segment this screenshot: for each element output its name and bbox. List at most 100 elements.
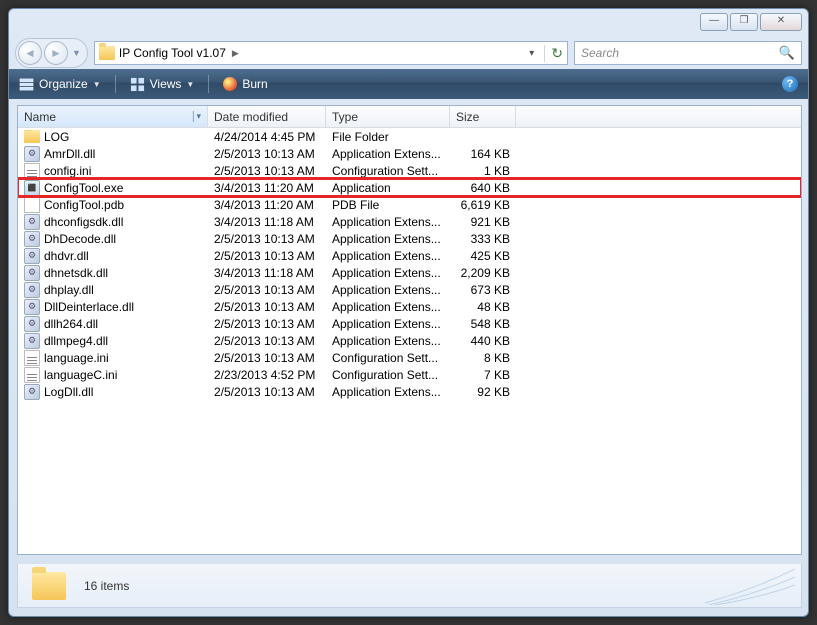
search-placeholder: Search: [581, 46, 619, 60]
refresh-button[interactable]: ↻: [551, 45, 563, 62]
file-row[interactable]: config.ini2/5/2013 10:13 AMConfiguration…: [18, 162, 801, 179]
file-size: 8 KB: [450, 351, 516, 365]
file-name: ConfigTool.exe: [44, 181, 123, 195]
file-name: dhplay.dll: [44, 283, 94, 297]
file-row[interactable]: dhplay.dll 2/5/2013 10:13 AMApplication E…: [18, 281, 801, 298]
item-count: 16 items: [84, 579, 129, 593]
column-size-label: Size: [456, 110, 479, 124]
file-type: Application Extens...: [326, 283, 450, 297]
file-type: Configuration Sett...: [326, 368, 450, 382]
maximize-button[interactable]: ❐: [730, 13, 758, 31]
file-size: 92 KB: [450, 385, 516, 399]
file-row[interactable]: DhDecode.dll2/5/2013 10:13 AMApplication…: [18, 230, 801, 247]
pdb-icon: [24, 197, 40, 213]
chevron-right-icon[interactable]: ▶: [232, 48, 239, 59]
dll-icon: [24, 248, 40, 264]
burn-button[interactable]: Burn: [223, 77, 267, 91]
dll-icon: [24, 146, 40, 162]
file-row[interactable]: ConfigTool.pdb3/4/2013 11:20 AMPDB File6…: [18, 196, 801, 213]
file-name: config.ini: [44, 164, 91, 178]
file-size: 440 KB: [450, 334, 516, 348]
separator: [115, 75, 116, 93]
views-button[interactable]: Views ▼: [130, 77, 195, 92]
file-name: AmrDll.dll: [44, 147, 95, 161]
title-bar[interactable]: — ❐ ✕: [9, 9, 808, 37]
address-dropdown[interactable]: ▾: [523, 48, 540, 59]
folder-icon: [32, 572, 66, 600]
file-row[interactable]: DllDeinterlace.dll2/5/2013 10:13 AMAppli…: [18, 298, 801, 315]
file-row[interactable]: dhconfigsdk.dll 3/4/2013 11:18 AMApplicat…: [18, 213, 801, 230]
folder-icon: [24, 130, 40, 143]
file-name: DllDeinterlace.dll: [44, 300, 134, 314]
file-name: LOG: [44, 130, 69, 144]
exe-icon: [24, 180, 40, 196]
nav-history-dropdown[interactable]: ▼: [72, 48, 81, 58]
file-type: Configuration Sett...: [326, 351, 450, 365]
file-row[interactable]: dllmpeg4.dll2/5/2013 10:13 AMApplication…: [18, 332, 801, 349]
decoration-swoosh: [705, 565, 795, 605]
file-type: File Folder: [326, 130, 450, 144]
status-bar: 16 items: [17, 563, 802, 608]
file-row[interactable]: dhnetsdk.dll3/4/2013 11:18 AMApplication…: [18, 264, 801, 281]
search-box[interactable]: Search 🔍: [574, 41, 802, 65]
help-button[interactable]: ?: [782, 76, 798, 92]
file-date: 3/4/2013 11:18 AM: [208, 266, 326, 280]
dll-icon: [24, 316, 40, 332]
file-row[interactable]: dhdvr.dll2/5/2013 10:13 AMApplication Ex…: [18, 247, 801, 264]
minimize-button[interactable]: —: [700, 13, 728, 31]
search-icon[interactable]: 🔍: [779, 45, 795, 61]
column-type[interactable]: Type: [326, 106, 450, 127]
file-date: 2/5/2013 10:13 AM: [208, 147, 326, 161]
explorer-window: — ❐ ✕ ◄ ► ▼ IP Config Tool v1.07 ▶ ▾ ↻ S…: [8, 8, 809, 617]
file-size: 164 KB: [450, 147, 516, 161]
forward-button[interactable]: ►: [44, 41, 68, 65]
column-name[interactable]: Name │▾: [18, 106, 208, 127]
file-row[interactable]: languageC.ini2/23/2013 4:52 PMConfigurat…: [18, 366, 801, 383]
file-size: 48 KB: [450, 300, 516, 314]
file-date: 3/4/2013 11:18 AM: [208, 215, 326, 229]
file-row[interactable]: language.ini2/5/2013 10:13 AMConfigurati…: [18, 349, 801, 366]
file-row[interactable]: AmrDll.dll 2/5/2013 10:13 AMApplication E…: [18, 145, 801, 162]
address-bar[interactable]: IP Config Tool v1.07 ▶ ▾ ↻: [94, 41, 568, 65]
back-button[interactable]: ◄: [18, 41, 42, 65]
file-size: 640 KB: [450, 181, 516, 195]
file-row[interactable]: dllh264.dll2/5/2013 10:13 AMApplication …: [18, 315, 801, 332]
file-name: dllmpeg4.dll: [44, 334, 108, 348]
dll-icon: [24, 231, 40, 247]
nav-bar: ◄ ► ▼ IP Config Tool v1.07 ▶ ▾ ↻ Search …: [9, 37, 808, 69]
file-size: 7 KB: [450, 368, 516, 382]
nav-buttons: ◄ ► ▼: [15, 38, 88, 68]
file-row[interactable]: LOG4/24/2014 4:45 PMFile Folder: [18, 128, 801, 145]
file-name: dhconfigsdk.dll: [44, 215, 123, 229]
column-size[interactable]: Size: [450, 106, 516, 127]
separator: [208, 75, 209, 93]
command-toolbar: Organize ▼ Views ▼ Burn ?: [9, 69, 808, 99]
file-type: Application Extens...: [326, 300, 450, 314]
file-row[interactable]: LogDll.dll2/5/2013 10:13 AMApplication E…: [18, 383, 801, 400]
file-date: 2/5/2013 10:13 AM: [208, 317, 326, 331]
ini-icon: [24, 163, 40, 179]
file-row[interactable]: ConfigTool.exe3/4/2013 11:20 AMApplicati…: [18, 179, 801, 196]
organize-icon: [19, 77, 34, 92]
file-type: Application Extens...: [326, 215, 450, 229]
organize-button[interactable]: Organize ▼: [19, 77, 101, 92]
file-type: Application: [326, 181, 450, 195]
breadcrumb-item[interactable]: IP Config Tool v1.07: [119, 46, 226, 60]
file-name: ConfigTool.pdb: [44, 198, 124, 212]
file-date: 2/5/2013 10:13 AM: [208, 249, 326, 263]
breadcrumb[interactable]: IP Config Tool v1.07 ▶: [119, 46, 519, 60]
file-date: 2/23/2013 4:52 PM: [208, 368, 326, 382]
file-type: Application Extens...: [326, 249, 450, 263]
file-date: 2/5/2013 10:13 AM: [208, 283, 326, 297]
column-date[interactable]: Date modified: [208, 106, 326, 127]
file-size: 2,209 KB: [450, 266, 516, 280]
file-size: 425 KB: [450, 249, 516, 263]
dll-icon: [24, 299, 40, 315]
column-name-label: Name: [24, 110, 56, 124]
close-button[interactable]: ✕: [760, 13, 802, 31]
sort-dropdown-icon[interactable]: │▾: [191, 111, 201, 122]
file-size: 548 KB: [450, 317, 516, 331]
file-type: Application Extens...: [326, 147, 450, 161]
file-list[interactable]: LOG4/24/2014 4:45 PMFile FolderAmrDll.dl…: [18, 128, 801, 400]
chevron-down-icon: ▼: [93, 80, 101, 89]
